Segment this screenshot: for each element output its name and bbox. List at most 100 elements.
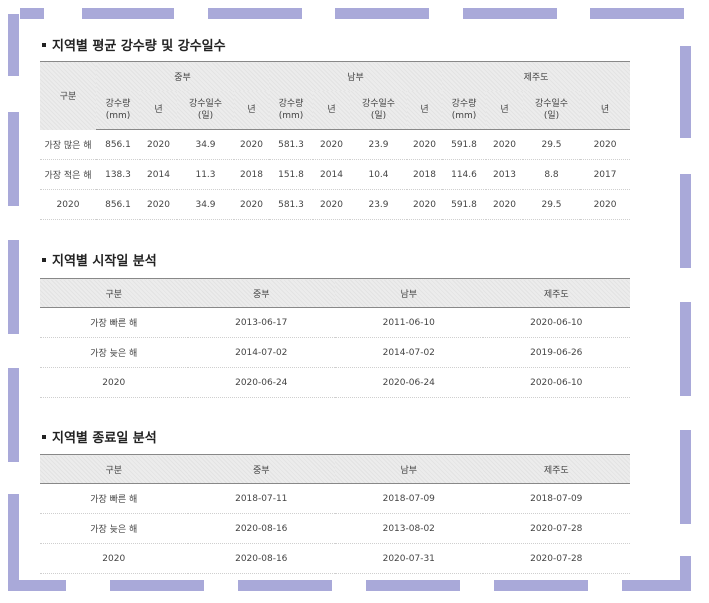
table-cell: 2020-06-24 <box>335 367 483 398</box>
row-label: 가장 빠른 해 <box>40 483 188 514</box>
table-cell: 2020 <box>580 129 631 160</box>
header-category: 구분 <box>40 61 96 130</box>
section-title-average: 지역별 평균 강수량 및 강수일수 <box>42 35 226 54</box>
bullet-icon <box>42 257 46 262</box>
subheader-line: 강수량 <box>105 99 131 109</box>
subheader-cell: 년 <box>313 91 350 130</box>
subheader-cell: 년 <box>234 91 269 130</box>
header-region: 중부 <box>96 61 269 91</box>
subheader-line: 강수일수 <box>188 99 223 109</box>
table-cell: 114.6 <box>442 159 486 190</box>
table-row: 가장 늦은 해 2014-07-02 2014-07-02 2019-06-26 <box>40 337 630 368</box>
section-title-end: 지역별 종료일 분석 <box>42 427 157 446</box>
subheader-line: 년 <box>600 105 610 115</box>
start-date-table: 구분 중부 남부 제주도 가장 빠른 해 2013-06-17 2011-06-10 202… <box>40 278 630 398</box>
table-row: 가장 빠른 해 2018-07-11 2018-07-09 2018-07-09 <box>40 483 630 514</box>
header-cell: 구분 <box>40 454 188 484</box>
table-row: 2020 2020-08-16 2020-07-31 2020-07-28 <box>40 543 630 574</box>
table-cell: 2014-07-02 <box>335 337 483 368</box>
table-cell: 2020-07-28 <box>482 513 630 544</box>
table-cell: 2020 <box>407 129 442 160</box>
header-cell: 중부 <box>187 454 335 484</box>
row-label: 2020 <box>40 367 188 398</box>
table-cell: 2018 <box>234 159 269 190</box>
table-cell: 23.9 <box>350 129 407 160</box>
table-cell: 2019-06-26 <box>482 337 630 368</box>
table-cell: 2020 <box>313 189 350 220</box>
table-cell: 2013-08-02 <box>335 513 483 544</box>
table-cell: 2014-07-02 <box>187 337 335 368</box>
subheader-cell: 강수일수 (일) <box>523 91 580 130</box>
table-cell: 2020 <box>313 129 350 160</box>
row-label: 가장 많은 해 <box>40 129 96 160</box>
table-cell: 2018-07-09 <box>482 483 630 514</box>
subheader-line: (일) <box>370 111 387 121</box>
table-cell: 8.8 <box>523 159 580 190</box>
table-row: 가장 빠른 해 2013-06-17 2011-06-10 2020-06-10 <box>40 307 630 338</box>
table-cell: 856.1 <box>96 189 140 220</box>
subheader-line: 년 <box>420 105 429 115</box>
table-cell: 2018-07-11 <box>187 483 335 514</box>
subheader-cell: 년 <box>407 91 442 130</box>
subheader-line: (일) <box>543 111 560 121</box>
table-cell: 29.5 <box>523 129 580 160</box>
header-cell: 제주도 <box>482 278 630 308</box>
subheader-line: 강수일수 <box>534 99 569 109</box>
average-rainfall-table: 구분 중부 남부 제주도 강수량 (mm) 년 강수일수 (일) 년 강수량 (mm) 년 강수일… <box>40 61 631 220</box>
header-cell: 중부 <box>187 278 335 308</box>
table-cell: 2020 <box>407 189 442 220</box>
table-cell: 581.3 <box>269 189 313 220</box>
table-cell: 2017 <box>580 159 631 190</box>
subheader-line: (mm) <box>278 111 304 121</box>
table-cell: 29.5 <box>523 189 580 220</box>
row-label: 가장 늦은 해 <box>40 513 188 544</box>
table-cell: 2018 <box>407 159 442 190</box>
table-row: 가장 늦은 해 2020-08-16 2013-08-02 2020-07-28 <box>40 513 630 544</box>
row-label: 2020 <box>40 543 188 574</box>
table-cell: 856.1 <box>96 129 140 160</box>
table-cell: 2020-08-16 <box>187 543 335 574</box>
subheader-cell: 강수량 (mm) <box>442 91 486 130</box>
table-row: 2020 856.1 2020 34.9 2020 581.3 2020 23.9 2020 59… <box>40 189 631 220</box>
table-cell: 2020 <box>140 189 177 220</box>
subheader-line: 강수일수 <box>361 99 396 109</box>
table-cell: 11.3 <box>177 159 234 190</box>
row-label: 2020 <box>40 189 96 220</box>
row-label: 가장 적은 해 <box>40 159 96 190</box>
table-cell: 2020 <box>140 129 177 160</box>
row-label: 가장 늦은 해 <box>40 337 188 368</box>
table-cell: 2014 <box>313 159 350 190</box>
table-row: 가장 많은 해 856.1 2020 34.9 2020 581.3 2020 23.9 202… <box>40 129 631 160</box>
subheader-cell: 강수일수 (일) <box>177 91 234 130</box>
table-cell: 581.3 <box>269 129 313 160</box>
bullet-icon <box>42 434 46 439</box>
table-cell: 2020 <box>234 189 269 220</box>
bullet-icon <box>42 42 46 47</box>
table-cell: 34.9 <box>177 189 234 220</box>
table-cell: 2020-06-10 <box>482 367 630 398</box>
section-title-start: 지역별 시작일 분석 <box>42 250 157 269</box>
table-row: 2020 2020-06-24 2020-06-24 2020-06-10 <box>40 367 630 398</box>
subheader-line: (일) <box>197 111 214 121</box>
table-cell: 2020 <box>580 189 631 220</box>
table-cell: 2020 <box>486 129 523 160</box>
table-cell: 138.3 <box>96 159 140 190</box>
table-cell: 2020 <box>486 189 523 220</box>
table-cell: 2020-07-28 <box>482 543 630 574</box>
table-cell: 2013-06-17 <box>187 307 335 338</box>
table-cell: 591.8 <box>442 129 486 160</box>
subheader-cell: 강수량 (mm) <box>96 91 140 130</box>
subheader-cell: 강수일수 (일) <box>350 91 407 130</box>
header-cell: 남부 <box>335 454 483 484</box>
subheader-line: 강수량 <box>278 99 304 109</box>
subheader-cell: 강수량 (mm) <box>269 91 313 130</box>
table-cell: 2018-07-09 <box>335 483 483 514</box>
table-cell: 2020-08-16 <box>187 513 335 544</box>
table-cell: 2020 <box>234 129 269 160</box>
subheader-line: 년 <box>500 105 509 115</box>
table-cell: 151.8 <box>269 159 313 190</box>
table-cell: 2020-06-24 <box>187 367 335 398</box>
row-label: 가장 빠른 해 <box>40 307 188 338</box>
header-cell: 제주도 <box>482 454 630 484</box>
table-cell: 23.9 <box>350 189 407 220</box>
